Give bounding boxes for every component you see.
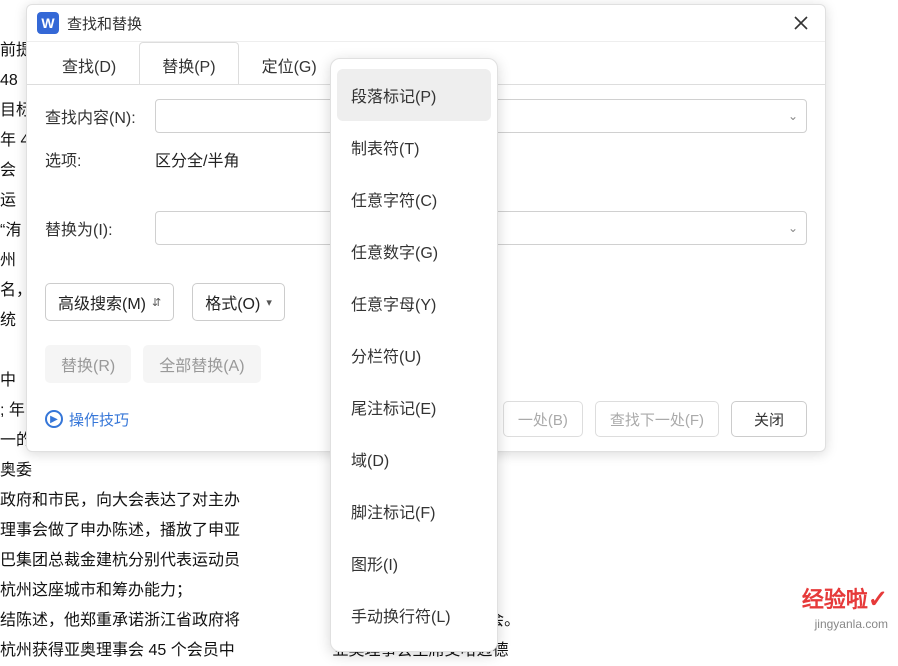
tab-goto[interactable]: 定位(G)	[239, 42, 340, 85]
chevron-down-icon[interactable]: ⌄	[788, 221, 798, 235]
tab-find[interactable]: 查找(D)	[39, 42, 139, 85]
menu-item-footnote-mark[interactable]: 脚注标记(F)	[337, 485, 491, 537]
menu-item-any-char[interactable]: 任意字符(C)	[337, 173, 491, 225]
close-icon[interactable]	[787, 9, 815, 37]
find-content-label: 查找内容(N):	[45, 104, 145, 128]
menu-item-tab[interactable]: 制表符(T)	[337, 121, 491, 173]
updown-caret-icon: ⇵	[152, 296, 161, 309]
menu-item-paragraph-mark[interactable]: 段落标记(P)	[337, 69, 491, 121]
menu-item-manual-linebreak[interactable]: 手动换行符(L)	[337, 589, 491, 641]
chevron-down-icon[interactable]: ⌄	[788, 109, 798, 123]
format-button[interactable]: 格式(O) ▾	[192, 283, 285, 321]
watermark: 经验啦✓ jingyanla.com	[802, 586, 888, 633]
play-icon: ▶	[45, 410, 63, 428]
caret-down-icon: ▾	[266, 296, 272, 309]
replace-button[interactable]: 替换(R)	[45, 345, 131, 383]
watermark-cn: 经验啦	[802, 587, 868, 612]
menu-item-endnote-mark[interactable]: 尾注标记(E)	[337, 381, 491, 433]
menu-item-any-letter[interactable]: 任意字母(Y)	[337, 277, 491, 329]
options-value: 区分全/半角	[155, 147, 239, 171]
watermark-en: jingyanla.com	[815, 617, 888, 631]
replace-all-button[interactable]: 全部替换(A)	[143, 345, 260, 383]
replace-with-label: 替换为(I):	[45, 216, 145, 240]
find-next-button[interactable]: 查找下一处(F)	[595, 401, 719, 437]
close-button[interactable]: 关闭	[731, 401, 807, 437]
advanced-search-button[interactable]: 高级搜索(M) ⇵	[45, 283, 174, 321]
dialog-header: W 查找和替换	[27, 5, 825, 42]
special-char-menu: 段落标记(P) 制表符(T) 任意字符(C) 任意数字(G) 任意字母(Y) 分…	[330, 58, 498, 652]
format-label: 格式(O)	[205, 290, 260, 314]
dialog-title: 查找和替换	[67, 13, 787, 34]
menu-item-field[interactable]: 域(D)	[337, 433, 491, 485]
app-icon: W	[37, 12, 59, 34]
find-prev-button[interactable]: 一处(B)	[503, 401, 583, 437]
check-icon: ✓	[868, 586, 888, 613]
menu-item-column-break[interactable]: 分栏符(U)	[337, 329, 491, 381]
menu-item-any-digit[interactable]: 任意数字(G)	[337, 225, 491, 277]
advanced-search-label: 高级搜索(M)	[58, 290, 146, 314]
tips-link[interactable]: ▶ 操作技巧	[45, 409, 129, 430]
options-label: 选项:	[45, 147, 145, 171]
tips-link-label: 操作技巧	[69, 409, 129, 430]
menu-item-graphic[interactable]: 图形(I)	[337, 537, 491, 589]
tab-replace[interactable]: 替换(P)	[139, 42, 238, 85]
